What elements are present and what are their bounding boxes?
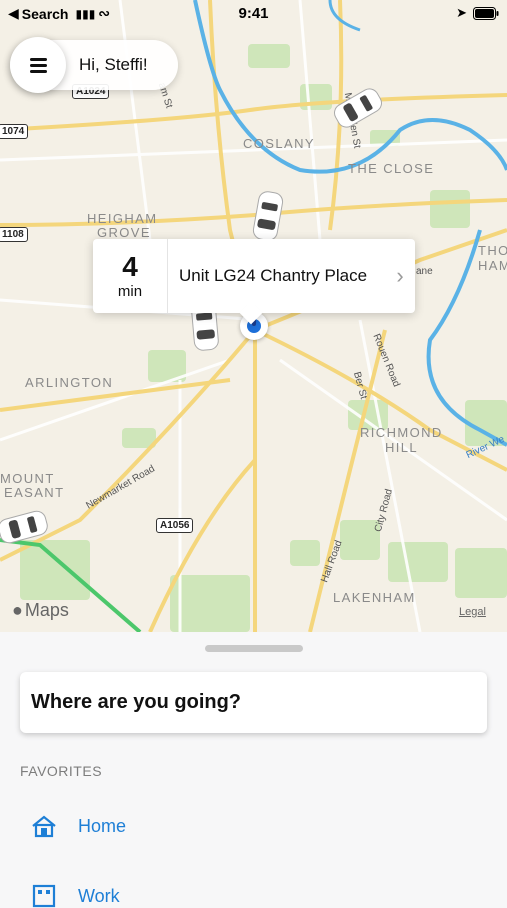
location-arrow-icon: ➤	[456, 5, 467, 20]
district-label: THE CLOSE	[348, 161, 435, 176]
battery-icon	[473, 6, 499, 20]
favorite-work-label: Work	[78, 885, 120, 906]
eta-unit: min	[117, 282, 143, 300]
bottom-sheet: Where are you going? FAVORITES Home Work	[0, 632, 507, 908]
legal-link[interactable]: Legal	[459, 606, 486, 618]
destination-search-field[interactable]: Where are you going?	[20, 672, 487, 733]
district-label: MOUNT	[0, 471, 55, 486]
favorite-work[interactable]: Work	[30, 884, 120, 908]
district-label: EASANT	[4, 485, 65, 500]
district-label: ARLINGTON	[25, 375, 114, 390]
greeting-pill: Hi, Steffi!	[10, 37, 178, 93]
home-icon	[32, 815, 56, 838]
pickup-location-card[interactable]: 4 min Unit LG24 Chantry Place ›	[93, 239, 415, 313]
road-label: ane	[416, 266, 433, 277]
district-label: HAM	[478, 258, 507, 273]
eta-value: 4	[122, 250, 138, 282]
district-label: THO	[478, 243, 507, 258]
status-bar: ◀ Search ▮▮▮ ∾ 9:41 ➤	[0, 0, 507, 28]
favorite-home-label: Home	[78, 815, 127, 836]
apple-logo-icon: ●	[12, 600, 23, 620]
pickup-place-name: Unit LG24 Chantry Place	[179, 266, 368, 285]
hamburger-icon	[29, 55, 47, 76]
maps-attribution[interactable]: ● Maps	[12, 600, 69, 621]
district-label: RICHMOND	[360, 425, 443, 440]
district-label: GROVE	[97, 225, 151, 240]
district-label: COSLANY	[243, 136, 315, 151]
destination-prompt: Where are you going?	[31, 691, 242, 713]
favorites-heading: FAVORITES	[20, 763, 103, 779]
district-label: LAKENHAM	[333, 590, 416, 605]
status-time: 9:41	[238, 5, 269, 22]
district-label: HILL	[385, 440, 419, 455]
eta-box: 4 min	[93, 239, 168, 313]
work-icon	[32, 884, 56, 908]
greeting-text: Hi, Steffi!	[79, 55, 148, 74]
district-label: HEIGHAM	[87, 211, 158, 226]
menu-button[interactable]	[10, 37, 66, 93]
maps-attribution-label: Maps	[24, 600, 69, 620]
favorite-home[interactable]: Home	[30, 814, 126, 838]
road-shield: 1108	[0, 227, 28, 242]
road-shield: 1074	[0, 124, 29, 139]
road-shield: A1056	[156, 518, 194, 533]
sheet-drag-handle[interactable]	[205, 645, 303, 652]
chevron-right-icon: ›	[396, 263, 404, 288]
